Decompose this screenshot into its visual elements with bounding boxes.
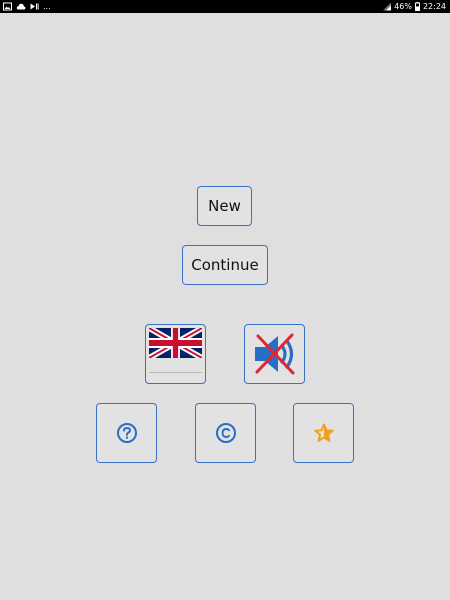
uk-flag-icon [149,328,202,358]
new-game-label: New [208,197,241,215]
rate-button[interactable] [293,403,354,463]
copyright-button[interactable] [195,403,256,463]
battery-percent: 46% [394,2,412,11]
sound-toggle-button[interactable] [244,324,305,384]
flag-divider [149,372,202,373]
copyright-icon [215,423,236,443]
clock: 22:24 [422,2,446,11]
sound-muted-icon [254,333,294,375]
battery-icon [414,2,420,11]
language-button[interactable] [145,324,206,384]
continue-button[interactable]: Continue [182,245,268,285]
cloud-icon [16,3,26,10]
gallery-icon [3,2,12,11]
signal-icon [383,2,392,11]
cast-icon [30,3,39,10]
star-icon [313,423,334,442]
new-game-button[interactable]: New [197,186,252,226]
language-flag-wrap [149,328,202,376]
status-bar-right: 46% 22:24 [383,0,446,13]
question-icon [116,423,137,443]
continue-label: Continue [191,256,259,274]
status-bar-left: ... [3,0,51,13]
help-button[interactable] [96,403,157,463]
status-overflow: ... [43,2,51,11]
status-bar: ... 46% 22:24 [0,0,450,13]
